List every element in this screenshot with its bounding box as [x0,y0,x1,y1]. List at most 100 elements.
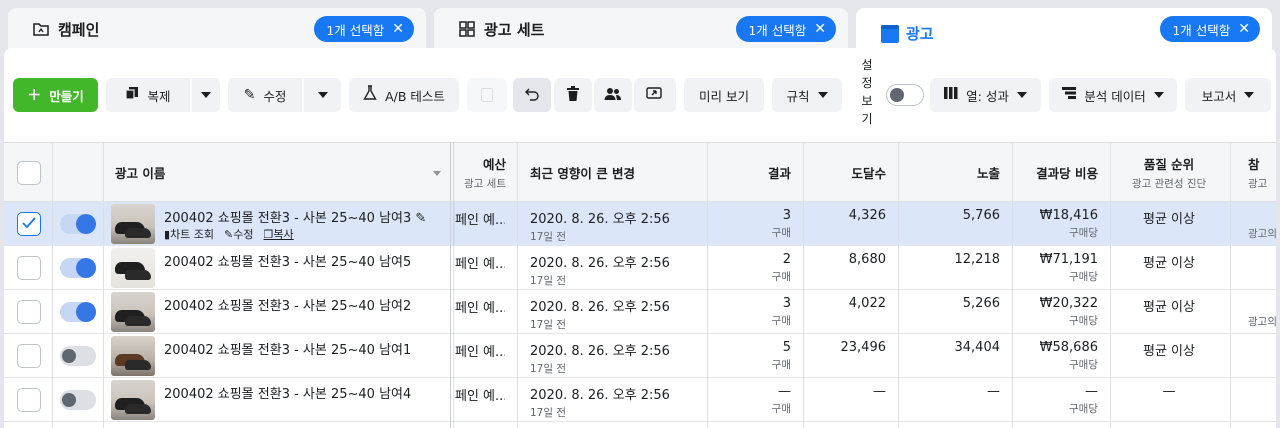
close-icon[interactable]: ✕ [392,21,404,37]
edit-link[interactable]: ✎수정 [224,226,253,242]
edit-button[interactable]: ✎ 수정 [228,78,302,112]
col-label: 참 [1248,156,1260,172]
row-toggle[interactable] [60,258,96,278]
row-checkbox[interactable] [17,212,41,236]
col-budget[interactable]: 예산 광고 세트 [456,143,506,201]
ad-name-text: 200402 쇼핑몰 전환3 - 사본 25~40 남여5 [164,255,412,270]
column-divider [1110,142,1111,428]
duplicate-label: 복제 [147,88,171,104]
toolbar: ＋ 만들기 복제 ✎ 수정 A/B 테스트 미리 보기 규칙 설 정 보 기 열… [4,48,1276,142]
ad-name[interactable]: 200402 쇼핑몰 전환3 - 사본 25~40 남여3 ✎ [164,207,426,226]
quality-cell: 평균 이상 [1143,256,1195,271]
row-toggle[interactable] [60,302,96,322]
impressions-cell: — [987,384,1000,399]
ad-name[interactable]: 200402 쇼핑몰 전환3 - 사본 25~40 남여5 [164,251,411,270]
row-checkbox[interactable] [17,344,41,368]
edit-dropdown[interactable] [304,78,341,112]
col-impressions[interactable]: 노출 [904,143,1000,201]
ad-icon [880,24,899,43]
col-next[interactable]: 참 광고 [1248,143,1276,201]
cost-sub: 구매당 [1069,227,1098,239]
row-toggle[interactable] [60,390,96,410]
sort-caret-icon[interactable] [433,171,441,176]
table-row[interactable]: 200402 쇼핑몰 전환3 - 사본 25~40 남여4 페인 예... 20… [4,378,1276,422]
table-row[interactable]: 200402 쇼핑몰 전환3 - 사본 25~40 남여5 페인 예... 20… [4,246,1276,290]
ad-name[interactable]: 200402 쇼핑몰 전환3 - 사본 25~40 남여2 [164,295,411,314]
duplicate-link[interactable]: ❐복사 [264,226,294,242]
view-setup-char: 보 [861,94,873,108]
table-row[interactable]: 200402 쇼핑몰 전환3 - 사본 25~40 남여3 ✎ ▮차트 조회 ✎… [4,202,1277,246]
duplicate-button[interactable]: 복제 [106,78,190,112]
rules-button[interactable]: 규칙 [772,78,842,112]
ad-name-text: 200402 쇼핑몰 전환3 - 사본 25~40 남여2 [164,299,412,314]
trash-outline-icon [481,88,493,102]
results-value: 3 [782,208,791,223]
view-setup-toggle[interactable] [886,84,924,106]
reports-button[interactable]: 보고서 [1185,78,1271,112]
edit-label: 수정 [263,88,287,104]
ad-name[interactable]: 200402 쇼핑몰 전환3 - 사본 25~40 남여4 [164,383,411,402]
create-label: 만들기 [49,88,84,104]
chip-label: 1개 선택함 [326,22,385,38]
quality-cell: 평균 이상 [1143,212,1195,227]
selection-chip[interactable]: 1개 선택함 ✕ [1160,16,1260,42]
table-row[interactable]: 200402 쇼핑몰 전환3 - 사본 25~40 남여2 페인 예... 20… [4,290,1277,334]
col-recent-change[interactable]: 최근 영향이 큰 변경 [530,143,700,201]
row-checkbox[interactable] [17,256,41,280]
change-ago: 17일 전 [530,231,567,243]
grid-icon [458,20,476,38]
share-button[interactable] [634,78,676,112]
close-icon[interactable]: ✕ [814,21,826,37]
selection-chip[interactable]: 1개 선택함 ✕ [314,16,414,42]
next-cell: 광고의 [1248,224,1277,241]
preview-button[interactable]: 미리 보기 [684,78,764,112]
change-ago: 17일 전 [530,275,567,287]
cost-cell: — 구매당 [1017,384,1098,416]
row-toggle[interactable] [60,214,96,234]
tab-ad-sets[interactable]: 광고 세트 1개 선택함 ✕ [434,8,848,50]
chevron-down-icon [1244,92,1255,98]
budget-cell: 페인 예... [455,301,505,316]
audience-button[interactable] [594,78,632,112]
recent-change-cell: 2020. 8. 26. 오후 2:56 17일 전 [530,296,670,332]
ab-test-button[interactable]: A/B 테스트 [349,78,459,112]
shoe-image [125,404,151,414]
tab-label: 광고 [906,24,934,43]
col-quality[interactable]: 품질 순위 광고 관련성 진단 [1114,143,1224,201]
row-checkbox[interactable] [17,300,41,324]
select-all-checkbox[interactable] [17,161,41,185]
toggle-knob [62,393,76,407]
col-reach[interactable]: 도달수 [810,143,886,201]
chart-link[interactable]: ▮차트 조회 [164,226,214,242]
flask-icon [363,85,377,105]
table-row[interactable]: 200402 쇼핑몰 전환3 - 사본 25~40 남여1 페인 예... 20… [4,334,1276,378]
create-button[interactable]: ＋ 만들기 [13,78,98,112]
results-cell: — 구매 [716,384,791,416]
quality-cell: 평균 이상 [1143,300,1195,315]
row-checkbox[interactable] [17,388,41,412]
col-ad-name[interactable]: 광고 이름 [115,143,445,201]
column-divider [1230,142,1231,428]
duplicate-dropdown[interactable] [192,78,220,112]
close-icon[interactable]: ✕ [1238,21,1250,37]
pencil-icon[interactable]: ✎ [415,211,426,226]
selection-chip[interactable]: 1개 선택함 ✕ [736,16,836,42]
results-sub: 구매 [771,359,791,371]
delete-button[interactable] [554,78,592,112]
col-results[interactable]: 결과 [716,143,791,201]
tab-label: 광고 세트 [484,20,545,39]
col-label: 노출 [976,165,1000,181]
row-toggle[interactable] [60,346,96,366]
results-value: 3 [782,296,791,311]
tab-campaigns[interactable]: 캠페인 1개 선택함 ✕ [8,8,426,50]
duplicate-label: 복사 [273,228,294,241]
ad-name[interactable]: 200402 쇼핑몰 전환3 - 사본 25~40 남여1 [164,339,411,358]
breakdown-button[interactable]: 분석 데이터 [1049,78,1177,112]
delete-draft-button[interactable] [467,78,507,112]
col-sublabel: 광고 [1248,177,1268,190]
col-cost-per-result[interactable]: 결과당 비용 [1017,143,1098,201]
undo-button[interactable] [513,78,551,112]
preview-label: 미리 보기 [699,88,749,104]
columns-button[interactable]: 열: 성과 [930,78,1041,112]
column-divider [803,142,804,428]
